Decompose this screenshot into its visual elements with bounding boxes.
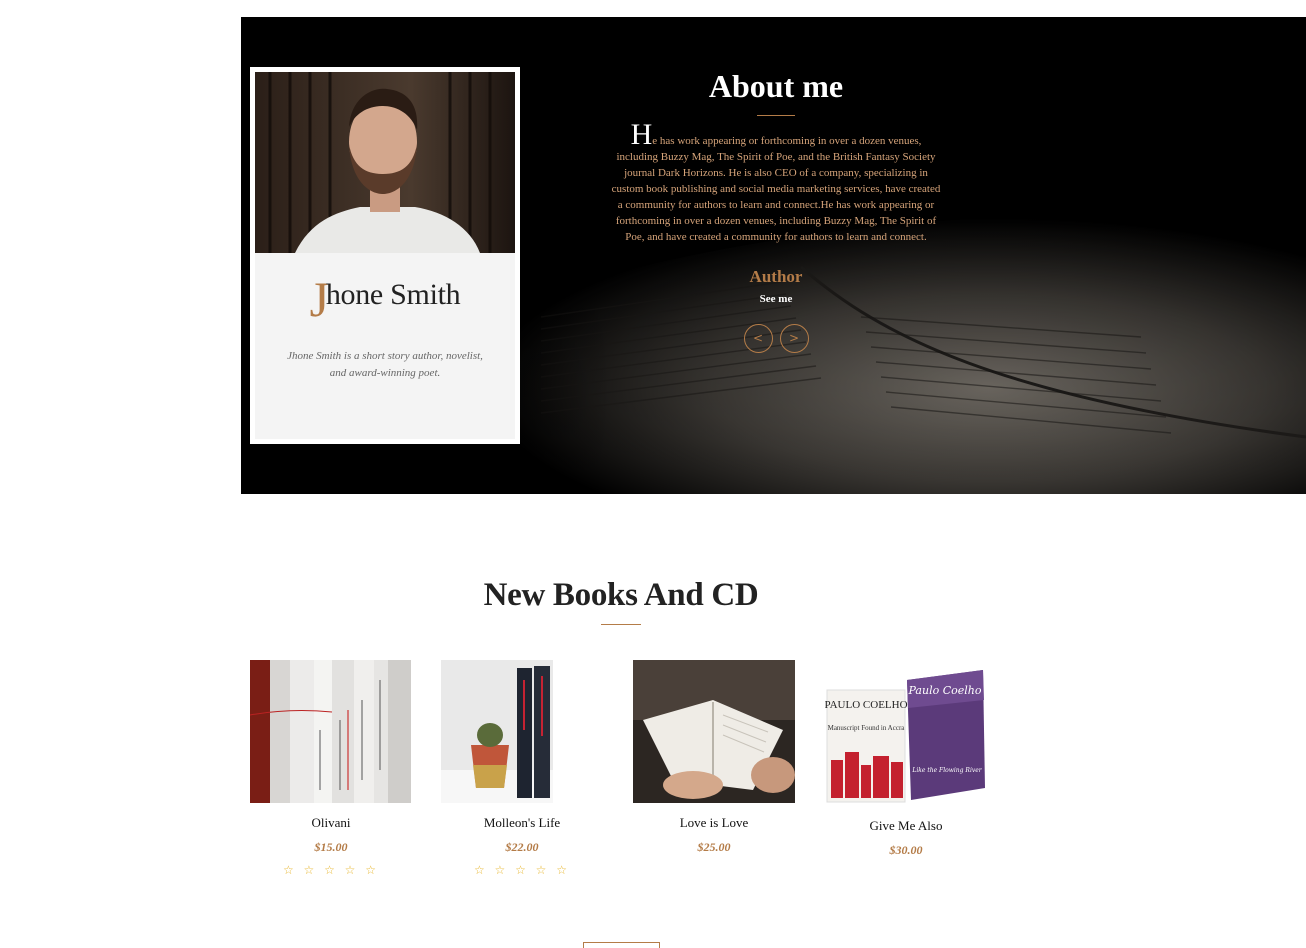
star-rating-icon: ☆ ☆ ☆ ☆ ☆	[473, 863, 571, 877]
book-card-molleons-life[interactable]: Molleon's Life $22.00 ☆ ☆ ☆ ☆ ☆	[441, 660, 603, 877]
testimonial-nav: < >	[610, 324, 942, 353]
author-role: Author	[749, 267, 803, 286]
about-drop-cap: H	[630, 118, 653, 151]
view-all-books-button[interactable]	[583, 942, 660, 948]
book-cover-love-is-love[interactable]	[633, 660, 795, 803]
about-description-text: e has work appearing or forthcoming in o…	[611, 135, 941, 243]
book-card-give-me-also[interactable]: PAULO COELHO Manuscript Found in Accra P…	[825, 660, 987, 858]
book-price: $30.00	[889, 843, 923, 857]
star-rating-icon: ☆ ☆ ☆ ☆ ☆	[282, 863, 380, 877]
book-title[interactable]: Love is Love	[633, 815, 795, 831]
author-name: Jhone Smith	[255, 270, 515, 328]
next-button[interactable]: >	[779, 324, 809, 353]
prev-button[interactable]: <	[743, 324, 773, 353]
book-cover-molleons-life[interactable]	[441, 660, 603, 803]
books-section-title: New Books And CD	[483, 577, 759, 613]
about-hero: Jhone Smith Jhone Smith is a short story…	[241, 17, 1306, 494]
about-content: About me He has work appearing or forthc…	[610, 70, 942, 353]
cover-script-text: Paulo Coelho	[908, 684, 982, 697]
book-price: $22.00	[505, 840, 539, 854]
cover-author-text: PAULO COELHO	[825, 699, 908, 711]
book-price: $25.00	[697, 840, 731, 854]
author-photo	[255, 72, 515, 253]
books-title-divider	[601, 624, 641, 625]
about-title-divider	[757, 115, 795, 116]
book-price: $15.00	[314, 840, 348, 854]
author-short-bio: Jhone Smith is a short story author, nov…	[287, 350, 483, 379]
book-title[interactable]: Give Me Also	[825, 818, 987, 834]
book-cover-olivani[interactable]	[250, 660, 411, 803]
about-title: About me	[708, 68, 844, 104]
cover-title2-text: Like the Flowing River	[911, 767, 982, 774]
author-profile-card: Jhone Smith Jhone Smith is a short story…	[250, 67, 520, 444]
author-name-rest: hone Smith	[325, 278, 461, 311]
book-title[interactable]: Olivani	[250, 815, 412, 831]
book-cover-give-me-also[interactable]: PAULO COELHO Manuscript Found in Accra P…	[825, 660, 987, 806]
book-card-olivani[interactable]: Olivani $15.00 ☆ ☆ ☆ ☆ ☆	[250, 660, 412, 877]
profile-card-body: Jhone Smith Jhone Smith is a short story…	[255, 72, 515, 439]
see-me-link[interactable]: See me	[610, 293, 942, 305]
about-description: He has work appearing or forthcoming in …	[610, 120, 942, 245]
book-card-love-is-love[interactable]: Love is Love $25.00	[633, 660, 795, 855]
cover-subtitle-text: Manuscript Found in Accra	[828, 724, 906, 732]
book-title[interactable]: Molleon's Life	[441, 815, 603, 831]
